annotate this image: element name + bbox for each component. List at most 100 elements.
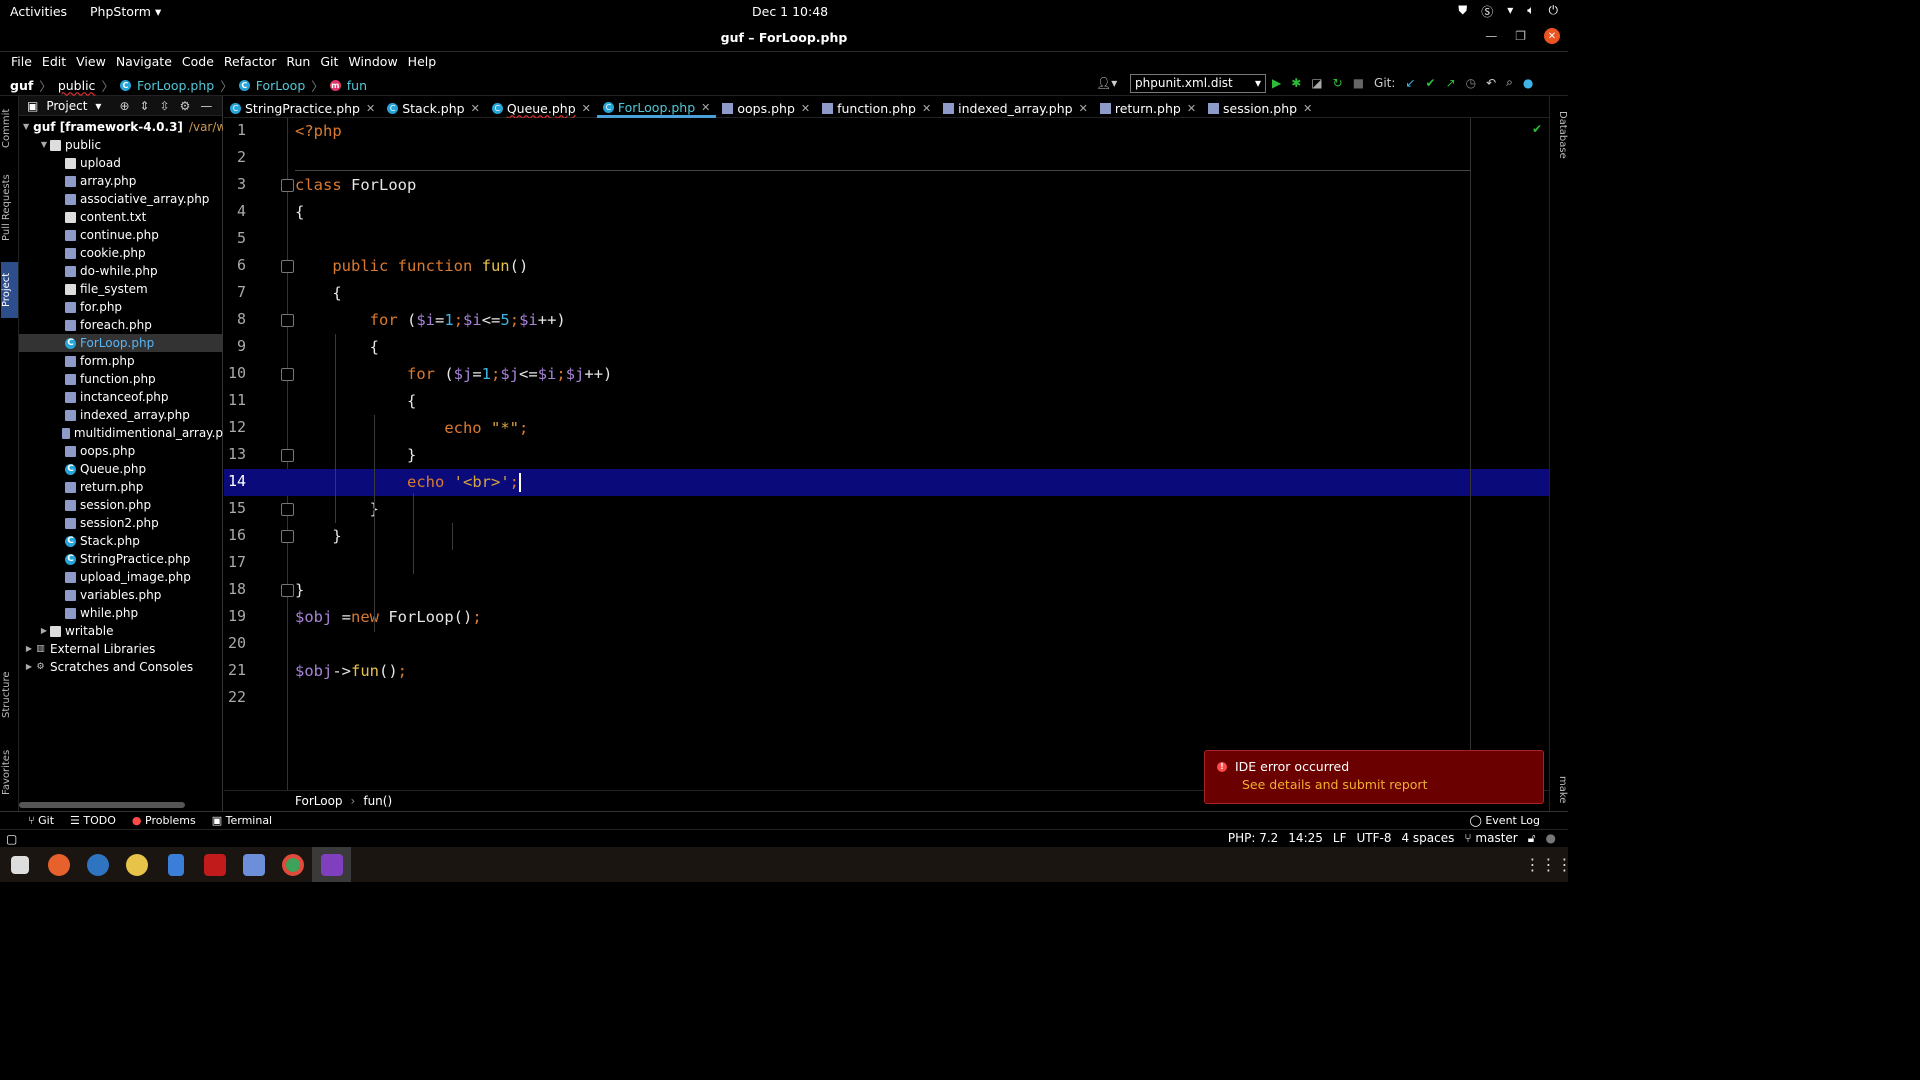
- close-tab-icon[interactable]: ✕: [1079, 102, 1088, 115]
- search-icon[interactable]: ⌕: [1506, 75, 1513, 90]
- problems-tool-button[interactable]: ● Problems: [132, 814, 196, 827]
- make-tool-tab[interactable]: make: [1551, 772, 1568, 806]
- close-tab-icon[interactable]: ✕: [366, 102, 375, 115]
- fold-marker[interactable]: [281, 179, 294, 192]
- tree-item[interactable]: session2.php: [19, 514, 223, 532]
- code-line[interactable]: {: [295, 388, 416, 415]
- code-line[interactable]: {: [295, 334, 379, 361]
- app-grid-icon[interactable]: ⋮⋮⋮: [1525, 847, 1573, 882]
- memory-icon[interactable]: ●: [1546, 831, 1556, 846]
- run-configuration-select[interactable]: phpunit.xml.dist ▾: [1130, 74, 1266, 93]
- close-icon[interactable]: ✕: [1544, 28, 1560, 44]
- clock[interactable]: Dec 1 10:48: [752, 4, 828, 19]
- filezilla-icon[interactable]: [195, 847, 234, 882]
- tree-item[interactable]: C ForLoop.php: [19, 334, 223, 352]
- run-icon[interactable]: ▶: [1272, 76, 1281, 90]
- tree-item[interactable]: associative_array.php: [19, 190, 223, 208]
- menu-navigate[interactable]: Navigate: [111, 52, 177, 72]
- breadcrumb-file[interactable]: ForLoop.php: [137, 78, 214, 93]
- git-branch[interactable]: ⑂ master: [1464, 831, 1517, 846]
- fold-marker[interactable]: [281, 368, 294, 381]
- editor-tab[interactable]: C Stack.php ✕: [381, 96, 486, 118]
- pull-requests-tool-tab[interactable]: Pull Requests: [1, 168, 18, 248]
- close-tab-icon[interactable]: ✕: [801, 102, 810, 115]
- code-editor[interactable]: 1 2 3 4 5 6 7 8 9 10 11 12 13 14 15 16 17 18 19 20 21 22 <?ph…: [224, 118, 1549, 790]
- close-tab-icon[interactable]: ✕: [582, 102, 591, 115]
- expand-all-icon[interactable]: ⇕: [140, 99, 150, 113]
- system-tray[interactable]: ⛊ Ⓢ ▾ 🔈︎ ⏻: [1458, 3, 1558, 20]
- code-line[interactable]: }: [295, 523, 341, 550]
- chrome-icon[interactable]: [273, 847, 312, 882]
- power-icon[interactable]: ⏻: [1549, 3, 1559, 20]
- user-icon[interactable]: 👤︎▾: [1096, 76, 1117, 90]
- volume-icon[interactable]: 🔈︎: [1527, 3, 1534, 20]
- editor-tab[interactable]: C Queue.php ✕: [486, 96, 597, 118]
- code-line[interactable]: for ($i=1;$i<=5;$i++): [295, 307, 566, 334]
- close-tab-icon[interactable]: ✕: [922, 102, 931, 115]
- project-view-select[interactable]: Project: [46, 99, 87, 113]
- tree-item[interactable]: C Queue.php: [19, 460, 223, 478]
- fold-marker[interactable]: [281, 530, 294, 543]
- project-tool-tab[interactable]: Project: [1, 262, 18, 318]
- tree-item[interactable]: foreach.php: [19, 316, 223, 334]
- files-icon[interactable]: [0, 847, 39, 882]
- todo-tool-button[interactable]: ☰ TODO: [70, 814, 116, 827]
- git-update-icon[interactable]: ↙: [1405, 76, 1415, 90]
- tree-item[interactable]: content.txt: [19, 208, 223, 226]
- fold-marker[interactable]: [281, 449, 294, 462]
- debug-icon[interactable]: ✱: [1291, 76, 1301, 90]
- locate-icon[interactable]: ⊕: [119, 99, 129, 113]
- tree-item[interactable]: multidimentional_array.p: [19, 424, 223, 442]
- menu-edit[interactable]: Edit: [37, 52, 71, 72]
- tree-item[interactable]: oops.php: [19, 442, 223, 460]
- maximize-icon[interactable]: ❐: [1515, 29, 1526, 43]
- editor-tab[interactable]: function.php ✕: [816, 96, 937, 118]
- menu-window[interactable]: Window: [343, 52, 402, 72]
- app-menu[interactable]: PhpStorm ▾: [90, 4, 161, 19]
- code-area[interactable]: <?php class ForLoop{ public function fun(…: [295, 118, 1548, 790]
- code-line[interactable]: $obj->fun();: [295, 658, 407, 685]
- activities-button[interactable]: Activities: [10, 4, 67, 19]
- breadcrumb-folder[interactable]: public: [58, 78, 96, 93]
- stop-icon[interactable]: ■: [1353, 76, 1364, 90]
- tree-item[interactable]: while.php: [19, 604, 223, 622]
- update-icon[interactable]: ●: [1523, 76, 1533, 90]
- history-icon[interactable]: ◷: [1466, 76, 1476, 90]
- chevron-right-icon[interactable]: ▶: [38, 622, 50, 640]
- event-log-button[interactable]: ◯ Event Log: [1470, 814, 1540, 827]
- menu-refactor[interactable]: Refactor: [219, 52, 281, 72]
- commit-tool-tab[interactable]: Commit: [1, 100, 18, 156]
- editor-breadcrumb-method[interactable]: fun(): [363, 794, 392, 808]
- tree-item[interactable]: continue.php: [19, 226, 223, 244]
- php-version[interactable]: PHP: 7.2: [1228, 831, 1278, 846]
- code-line[interactable]: {: [295, 280, 341, 307]
- wifi-icon[interactable]: ▾: [1507, 3, 1513, 20]
- skype-icon[interactable]: Ⓢ: [1481, 3, 1493, 20]
- code-line[interactable]: }: [295, 442, 416, 469]
- tree-item[interactable]: C Stack.php: [19, 532, 223, 550]
- git-tool-button[interactable]: ⑂ Git: [28, 814, 54, 827]
- editor-tab[interactable]: indexed_array.php ✕: [937, 96, 1094, 118]
- code-line[interactable]: }: [295, 577, 304, 604]
- thunderbird-icon[interactable]: [78, 847, 117, 882]
- editor-tab[interactable]: oops.php ✕: [716, 96, 816, 118]
- tree-root[interactable]: ▼ guf [framework-4.0.3] /var/w: [19, 118, 223, 136]
- terminal-tool-button[interactable]: ▣ Terminal: [212, 814, 272, 827]
- code-line[interactable]: }: [295, 496, 379, 523]
- editor-tab[interactable]: session.php ✕: [1202, 96, 1318, 118]
- rhythmbox-icon[interactable]: [117, 847, 156, 882]
- tree-item[interactable]: cookie.php: [19, 244, 223, 262]
- menu-file[interactable]: File: [6, 52, 37, 72]
- phpstorm-icon[interactable]: [312, 847, 351, 882]
- rollback-icon[interactable]: ↶: [1486, 76, 1496, 90]
- code-line[interactable]: {: [295, 199, 304, 226]
- close-tab-icon[interactable]: ✕: [1303, 102, 1312, 115]
- menu-git[interactable]: Git: [315, 52, 343, 72]
- firefox-icon[interactable]: [39, 847, 78, 882]
- breadcrumb-class[interactable]: ForLoop: [256, 78, 306, 93]
- chevron-right-icon[interactable]: ▶: [23, 640, 35, 658]
- git-commit-icon[interactable]: ✔: [1426, 76, 1436, 90]
- indent-setting[interactable]: 4 spaces: [1401, 831, 1454, 846]
- tree-item[interactable]: upload_image.php: [19, 568, 223, 586]
- close-tab-icon[interactable]: ✕: [1187, 102, 1196, 115]
